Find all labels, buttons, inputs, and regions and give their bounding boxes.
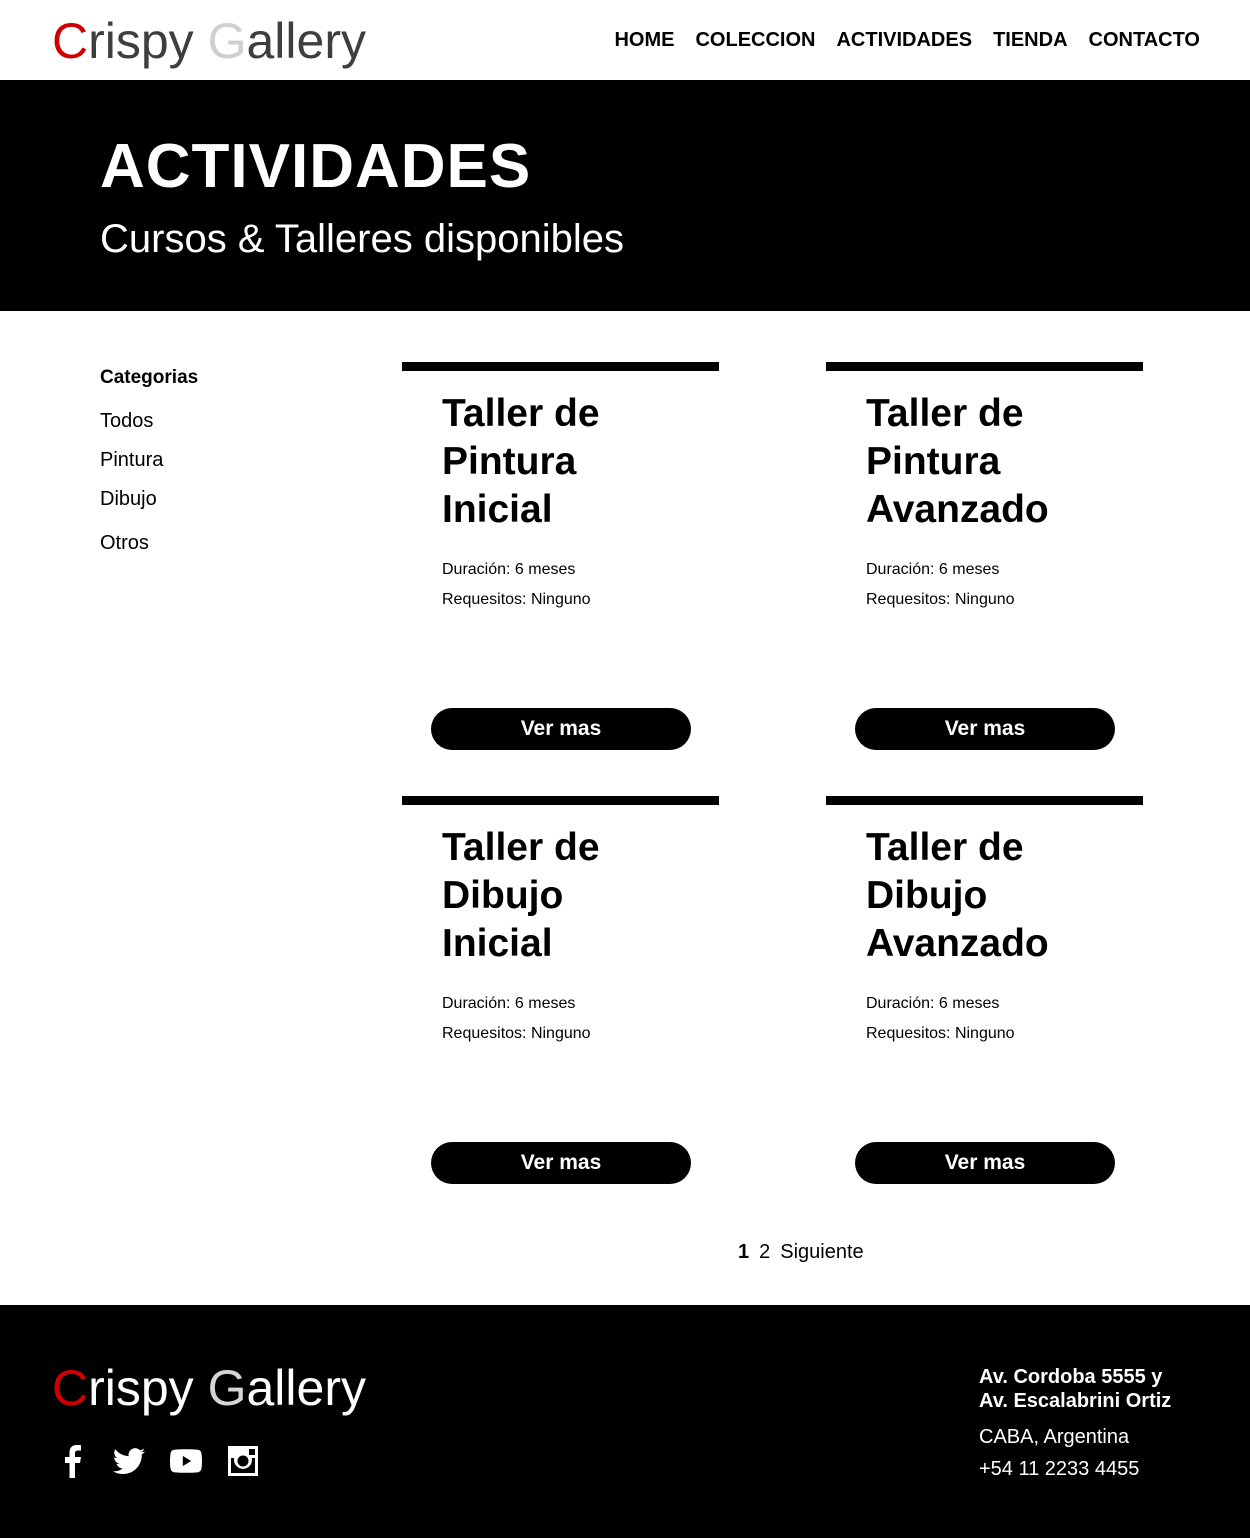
course-card-pintura-inicial: Taller de Pintura Inicial Duración: 6 mese… (402, 362, 719, 762)
page-subtitle: Cursos & Talleres disponibles (100, 217, 624, 261)
twitter-icon[interactable] (112, 1443, 145, 1479)
nav-contacto[interactable]: CONTACTO (1089, 27, 1200, 53)
youtube-icon[interactable] (169, 1443, 202, 1479)
course-card-dibujo-inicial: Taller de Dibujo Inicial Duración: 6 meses… (402, 796, 719, 1196)
logo-text-rispy: rispy (88, 1360, 208, 1416)
card-details: Duración: 6 meses Requesitos: Ninguno (866, 555, 1015, 615)
nav-home[interactable]: HOME (614, 27, 674, 53)
site-header: Crispy Gallery HOME COLECCION ACTIVIDADE… (0, 0, 1250, 80)
ver-mas-button[interactable]: Ver mas (431, 708, 691, 750)
hero-banner: ACTIVIDADES Cursos & Talleres disponible… (0, 80, 1250, 311)
logo-text-allery: allery (246, 13, 366, 69)
social-links (55, 1443, 259, 1479)
next-page-link[interactable]: Siguiente (780, 1240, 863, 1264)
card-title: Taller de Pintura Inicial (442, 392, 600, 531)
card-requirements: Requesitos: Ninguno (442, 1025, 591, 1042)
card-title: Taller de Dibujo Avanzado (866, 826, 1049, 965)
nav-actividades[interactable]: ACTIVIDADES (836, 27, 972, 53)
card-details: Duración: 6 meses Requesitos: Ninguno (866, 989, 1015, 1049)
course-card-dibujo-avanzado: Taller de Dibujo Avanzado Duración: 6 mese… (826, 796, 1143, 1196)
card-details: Duración: 6 meses Requesitos: Ninguno (442, 555, 591, 615)
categories-heading: Categorias (100, 367, 199, 388)
card-duration: Duración: 6 meses (442, 995, 576, 1012)
page-2-link[interactable]: 2 (759, 1240, 770, 1264)
nav-coleccion[interactable]: COLECCION (695, 27, 815, 53)
card-duration: Duración: 6 meses (866, 561, 1000, 578)
card-duration: Duración: 6 meses (442, 561, 576, 578)
category-pintura[interactable]: Pintura (100, 448, 340, 472)
site-logo[interactable]: Crispy Gallery (52, 10, 366, 72)
logo-letter-g: G (207, 1360, 247, 1416)
address-line-2: Av. Escalabrini Ortiz (979, 1390, 1172, 1412)
ver-mas-button[interactable]: Ver mas (855, 708, 1115, 750)
category-otros[interactable]: Otros (100, 531, 340, 555)
card-requirements: Requesitos: Ninguno (442, 591, 591, 608)
card-top-bar (402, 362, 719, 371)
address-city: CABA, Argentina (979, 1426, 1130, 1448)
card-requirements: Requesitos: Ninguno (866, 591, 1015, 608)
logo-letter-c: C (52, 13, 89, 69)
card-requirements: Requesitos: Ninguno (866, 1025, 1015, 1042)
card-top-bar (826, 796, 1143, 805)
page-title: ACTIVIDADES (100, 132, 532, 201)
card-duration: Duración: 6 meses (866, 995, 1000, 1012)
nav-tienda[interactable]: TIENDA (993, 27, 1067, 53)
ver-mas-button[interactable]: Ver mas (431, 1142, 691, 1184)
category-sidebar: Categorias Todos Pintura Dibujo Otros (100, 366, 340, 555)
instagram-icon[interactable] (226, 1443, 259, 1479)
footer-address: Av. Cordoba 5555 y Av. Escalabrini Ortiz… (979, 1365, 1219, 1485)
card-details: Duración: 6 meses Requesitos: Ninguno (442, 989, 591, 1049)
logo-text-allery: allery (246, 1360, 366, 1416)
category-dibujo[interactable]: Dibujo (100, 487, 340, 511)
pagination: 1 2 Siguiente (738, 1240, 864, 1264)
card-title: Taller de Pintura Avanzado (866, 392, 1049, 531)
contact-phone: +54 11 2233 4455 (979, 1458, 1140, 1480)
ver-mas-button[interactable]: Ver mas (855, 1142, 1115, 1184)
footer-logo[interactable]: Crispy Gallery (52, 1357, 366, 1419)
logo-letter-c: C (52, 1360, 89, 1416)
address-line-1: Av. Cordoba 5555 y (979, 1366, 1163, 1388)
card-title: Taller de Dibujo Inicial (442, 826, 600, 965)
logo-letter-g: G (207, 13, 247, 69)
main-nav: HOME COLECCION ACTIVIDADES TIENDA CONTAC… (614, 27, 1200, 53)
category-todos[interactable]: Todos (100, 409, 340, 433)
site-footer: Crispy Gallery Av. Cordoba 5555 y Av. Es… (0, 1305, 1250, 1538)
facebook-icon[interactable] (55, 1443, 88, 1479)
page-1-link[interactable]: 1 (738, 1240, 749, 1264)
course-card-pintura-avanzado: Taller de Pintura Avanzado Duración: 6 mes… (826, 362, 1143, 762)
logo-text-rispy: rispy (88, 13, 208, 69)
card-top-bar (402, 796, 719, 805)
card-top-bar (826, 362, 1143, 371)
